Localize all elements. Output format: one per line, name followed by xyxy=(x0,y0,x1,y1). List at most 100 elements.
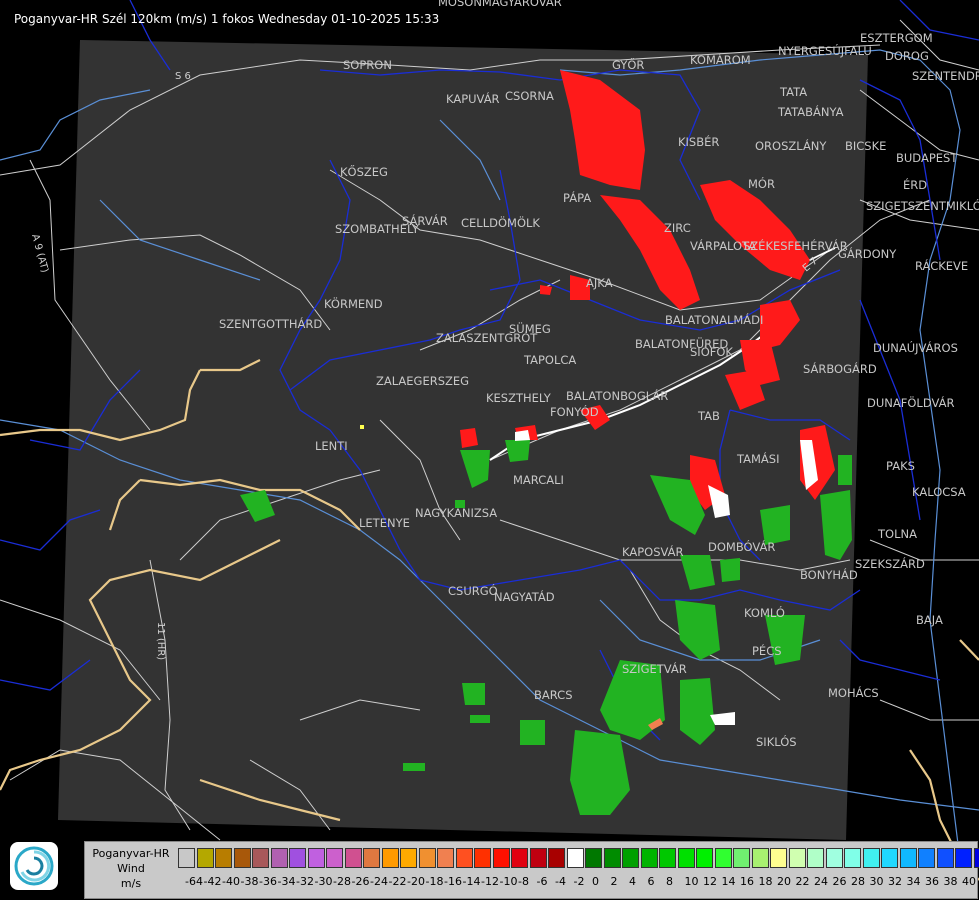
town-label: SZENTGOTTHÁRD xyxy=(219,316,322,331)
town-label: SZÉKESFEHÉRVÁR xyxy=(743,238,848,253)
legend-tick: 4 xyxy=(629,875,636,888)
legend-tick: 38 xyxy=(943,875,958,888)
town-label: BAJA xyxy=(916,613,943,627)
legend-swatch xyxy=(344,848,362,868)
town-label: SZENTENDRE xyxy=(912,69,979,83)
legend-tick: 16 xyxy=(740,875,754,888)
town-label: CSORNA xyxy=(505,89,554,103)
radar-screen: S 6 A 9 (AT) 11 (HR) E 7 MOSONMAGYARÓVÁR… xyxy=(0,0,979,900)
legend-swatch xyxy=(381,848,399,868)
legend-tick: 28 xyxy=(851,875,865,888)
town-label: ESZTERGOM xyxy=(860,31,933,45)
town-label: AJKA xyxy=(586,276,613,290)
town-label: TAB xyxy=(697,409,720,423)
road-label-11hr: 11 (HR) xyxy=(155,622,166,660)
legend-tick: -30 xyxy=(314,875,333,888)
legend-swatch xyxy=(973,848,979,868)
town-label: RÁCKEVE xyxy=(915,258,968,273)
town-label: KISBÉR xyxy=(678,134,719,149)
town-label: MOHÁCS xyxy=(828,685,879,700)
town-label: PÉCS xyxy=(752,643,782,658)
legend-swatch xyxy=(363,848,380,868)
legend-tick: -22 xyxy=(388,875,407,888)
town-label: SÁRVÁR xyxy=(402,213,448,228)
town-label: ZIRC xyxy=(664,221,691,235)
legend-tick: 32 xyxy=(888,875,902,888)
legend-tick: -8 xyxy=(518,875,529,888)
legend-tick: 8 xyxy=(666,875,673,888)
legend-tick: -6 xyxy=(536,875,548,888)
town-label: OROSZLÁNY xyxy=(755,138,827,153)
legend-swatch xyxy=(899,848,917,868)
town-label: FONYÓD xyxy=(550,404,599,419)
road-label-s6: S 6 xyxy=(175,71,191,82)
town-label: PÁPA xyxy=(563,190,591,205)
legend-radar-name: Poganyvar-HR xyxy=(92,847,170,860)
town-label: ÉRD xyxy=(903,177,927,192)
legend-swatch xyxy=(270,848,288,868)
legend-tick: -64 xyxy=(185,875,203,888)
swirl-logo-icon xyxy=(14,846,54,886)
legend-swatch xyxy=(326,848,343,868)
legend-swatch xyxy=(807,848,824,868)
town-label: LENTI xyxy=(315,439,348,453)
town-label: PAKS xyxy=(886,459,915,473)
legend-tick: -12 xyxy=(481,875,499,888)
legend-swatch xyxy=(955,848,972,868)
radar-echo-minor-yellow xyxy=(360,425,364,429)
town-label: DOROG xyxy=(885,49,929,63)
legend-swatch xyxy=(529,848,547,868)
legend-tick: 18 xyxy=(758,875,773,888)
town-label: BALATONBOGLÁR xyxy=(566,388,668,403)
town-label: TATA xyxy=(779,85,807,99)
legend-tick: -36 xyxy=(259,875,277,888)
legend-swatch xyxy=(696,848,713,868)
town-label: NYERGESÚJFALU xyxy=(778,43,872,58)
legend-tick: -4 xyxy=(555,875,566,888)
legend-swatch xyxy=(437,848,454,868)
legend-swatch xyxy=(289,848,306,868)
town-label: KÖRMEND xyxy=(324,295,383,311)
town-label: SIKLÓS xyxy=(756,734,797,749)
legend-swatch xyxy=(418,848,436,868)
town-label: CSURGÓ xyxy=(448,583,498,598)
town-label: SOPRON xyxy=(343,58,392,72)
road-label-a9: A 9 (AT) xyxy=(29,233,50,274)
town-label: SZEKSZÁRD xyxy=(855,556,925,571)
legend-tick: -40 xyxy=(222,875,240,888)
legend-tick: 6 xyxy=(647,875,655,888)
legend-swatch xyxy=(474,848,491,868)
legend-tick: 12 xyxy=(703,875,717,888)
town-label: BONYHÁD xyxy=(800,567,858,582)
town-label: CELLDÖMÖLK xyxy=(461,214,540,230)
legend-swatch xyxy=(196,848,214,868)
legend-swatch xyxy=(751,848,769,868)
legend-swatch xyxy=(659,848,676,868)
town-label: TOLNA xyxy=(877,527,917,541)
legend-swatch xyxy=(400,848,417,868)
legend-swatch xyxy=(881,848,898,868)
legend-swatch xyxy=(492,848,510,868)
radar-map: S 6 A 9 (AT) 11 (HR) E 7 MOSONMAGYARÓVÁR… xyxy=(0,0,979,881)
town-label: BALATONALMÁDI xyxy=(665,312,763,327)
town-label: DUNAÚJVÁROS xyxy=(873,340,958,355)
town-label: SIÓFOK xyxy=(690,344,733,359)
town-label: NAGYATÁD xyxy=(494,589,555,604)
legend-swatch xyxy=(585,848,602,868)
town-label: ZALASZENTGRÓT xyxy=(436,330,538,345)
legend-swatch xyxy=(733,848,750,868)
legend-tick: 10 xyxy=(684,875,699,888)
town-label: GYŐR xyxy=(612,57,644,72)
legend-tick: 36 xyxy=(925,875,939,888)
legend-swatch xyxy=(918,848,935,868)
radar-logo xyxy=(10,842,58,890)
legend-tick: -20 xyxy=(407,875,425,888)
legend-tick: 2 xyxy=(610,875,618,888)
wind-legend: Poganyvar-HR Wind m/s -64 -42 -40 -38 -36 -34… xyxy=(84,841,979,899)
legend-tick: 14 xyxy=(721,875,736,888)
legend-tick: 40 xyxy=(962,875,976,888)
town-label: TAMÁSI xyxy=(736,451,779,466)
legend-swatch xyxy=(640,848,658,868)
legend-color-scale xyxy=(178,848,979,868)
legend-tick: -34 xyxy=(277,875,296,888)
